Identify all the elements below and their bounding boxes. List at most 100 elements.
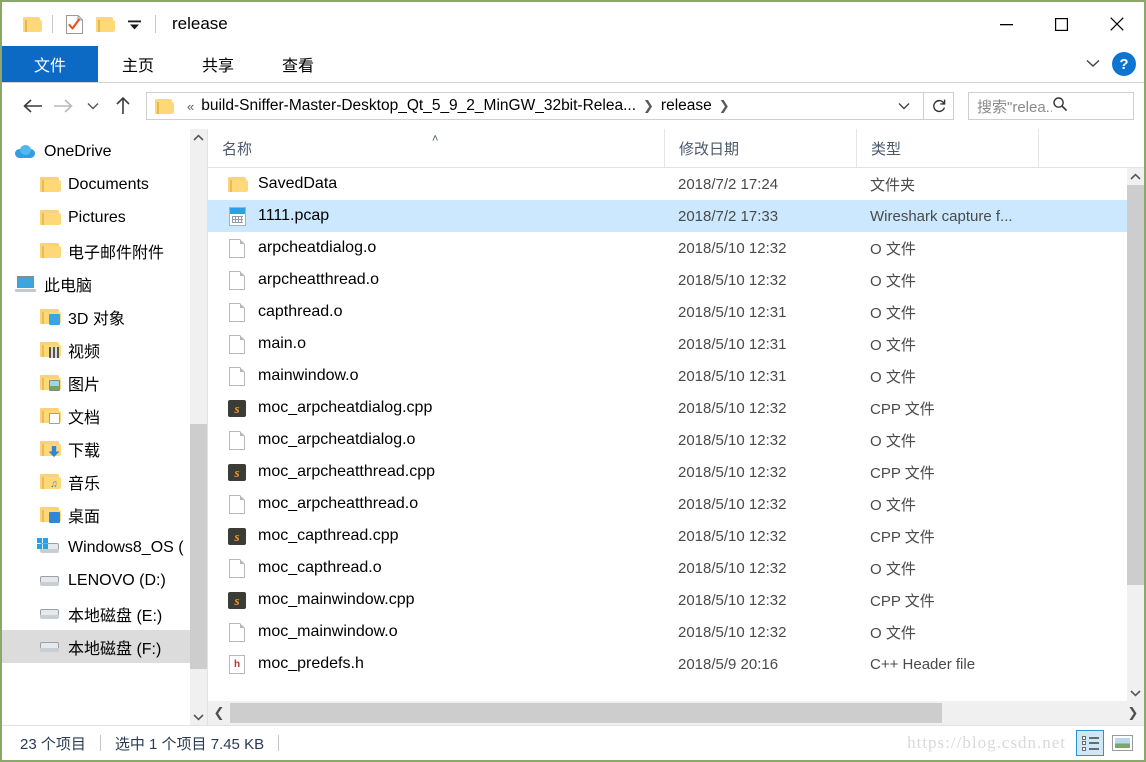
horizontal-scroll-thumb[interactable] xyxy=(230,703,942,723)
table-row[interactable]: s moc_arpcheatdialog.cpp 2018/5/10 12:32… xyxy=(208,392,1144,424)
table-row[interactable]: moc_arpcheatthread.o 2018/5/10 12:32 O 文… xyxy=(208,488,1144,520)
file-list-scrollbar[interactable] xyxy=(1127,168,1144,701)
address-bar: « build-Sniffer-Master-Desktop_Qt_5_9_2_… xyxy=(2,83,1144,129)
details-view-button[interactable] xyxy=(1076,730,1104,756)
table-row[interactable]: s moc_capthread.cpp 2018/5/10 12:32 CPP … xyxy=(208,520,1144,552)
column-header-date-modified[interactable]: 修改日期 xyxy=(664,129,856,167)
table-row[interactable]: arpcheatthread.o 2018/5/10 12:32 O 文件 xyxy=(208,264,1144,296)
sidebar-item-local-disk-f[interactable]: 本地磁盘 (F:) xyxy=(2,630,207,663)
sidebar-item-documents[interactable]: Documents xyxy=(2,168,207,201)
generic-file-icon xyxy=(226,333,248,355)
scroll-down-icon[interactable] xyxy=(190,708,207,725)
sidebar-item-downloads[interactable]: 下载 xyxy=(2,432,207,465)
file-date-cell: 2018/5/10 12:31 xyxy=(664,368,856,385)
scroll-right-icon[interactable]: ❯ xyxy=(1122,701,1144,725)
details-view-icon xyxy=(1082,736,1099,751)
drive-icon xyxy=(38,604,60,624)
sidebar-item-3d-objects[interactable]: 3D 对象 xyxy=(2,300,207,333)
table-row[interactable]: capthread.o 2018/5/10 12:31 O 文件 xyxy=(208,296,1144,328)
sidebar-item-onedrive[interactable]: OneDrive xyxy=(2,135,207,168)
scroll-left-icon[interactable]: ❮ xyxy=(208,701,230,725)
chevron-down-icon[interactable] xyxy=(1084,56,1102,73)
horizontal-scrollbar[interactable]: ❮ ❯ xyxy=(208,701,1144,725)
new-folder-icon[interactable] xyxy=(89,9,119,39)
maximize-button[interactable] xyxy=(1034,2,1089,46)
table-row[interactable]: s moc_arpcheatthread.cpp 2018/5/10 12:32… xyxy=(208,456,1144,488)
sidebar-item-this-pc[interactable]: 此电脑 xyxy=(2,267,207,300)
recent-locations-button[interactable] xyxy=(78,91,108,121)
table-row[interactable]: mainwindow.o 2018/5/10 12:31 O 文件 xyxy=(208,360,1144,392)
search-icon[interactable] xyxy=(1052,96,1127,116)
help-button[interactable]: ? xyxy=(1112,52,1136,76)
close-button[interactable] xyxy=(1089,2,1144,46)
column-header-type[interactable]: 类型 xyxy=(856,129,1038,167)
file-name: moc_mainwindow.o xyxy=(258,623,398,641)
sidebar-scrollbar[interactable] xyxy=(190,129,207,725)
sidebar-item-local-disk-e[interactable]: 本地磁盘 (E:) xyxy=(2,597,207,630)
table-row[interactable]: 1111.pcap 2018/7/2 17:33 Wireshark captu… xyxy=(208,200,1144,232)
table-row[interactable]: h moc_predefs.h 2018/5/9 20:16 C++ Heade… xyxy=(208,648,1144,680)
quick-access-toolbar: release xyxy=(2,9,228,39)
tab-home[interactable]: 主页 xyxy=(98,46,178,82)
table-row[interactable]: moc_arpcheatdialog.o 2018/5/10 12:32 O 文… xyxy=(208,424,1144,456)
sidebar-item-lenovo-d[interactable]: LENOVO (D:) xyxy=(2,564,207,597)
chevron-down-icon[interactable] xyxy=(889,99,919,114)
file-type-cell: CPP 文件 xyxy=(856,526,1038,547)
table-row[interactable]: arpcheatdialog.o 2018/5/10 12:32 O 文件 xyxy=(208,232,1144,264)
file-date-cell: 2018/5/10 12:32 xyxy=(664,272,856,289)
folder-icon xyxy=(38,208,60,228)
properties-icon[interactable] xyxy=(59,9,89,39)
generic-file-icon xyxy=(226,429,248,451)
column-header-size[interactable] xyxy=(1038,129,1144,167)
sidebar-item-pictures[interactable]: Pictures xyxy=(2,201,207,234)
up-button[interactable] xyxy=(108,91,138,121)
scroll-up-icon[interactable] xyxy=(190,129,207,146)
search-input[interactable]: 搜索"relea... xyxy=(968,92,1134,120)
sidebar-item-pictures-pc[interactable]: 图片 xyxy=(2,366,207,399)
refresh-button[interactable] xyxy=(924,92,954,120)
breadcrumb-item-0[interactable]: build-Sniffer-Master-Desktop_Qt_5_9_2_Mi… xyxy=(201,97,636,115)
sidebar-scroll-thumb[interactable] xyxy=(190,424,207,669)
breadcrumb-prefix: « xyxy=(187,99,194,114)
forward-button[interactable] xyxy=(48,91,78,121)
sidebar-item-email-attachments[interactable]: 电子邮件附件 xyxy=(2,234,207,267)
sidebar-item-windows8-os[interactable]: Windows8_OS ( xyxy=(2,531,207,564)
window-title: release xyxy=(172,14,228,34)
sidebar-item-label: 电子邮件附件 xyxy=(68,239,164,263)
scroll-up-icon[interactable] xyxy=(1127,168,1144,185)
file-name: moc_arpcheatthread.cpp xyxy=(258,463,435,481)
chevron-right-icon: ❯ xyxy=(719,98,730,114)
sidebar-item-music[interactable]: ♫ 音乐 xyxy=(2,465,207,498)
file-name: main.o xyxy=(258,335,306,353)
breadcrumb[interactable]: « build-Sniffer-Master-Desktop_Qt_5_9_2_… xyxy=(146,92,924,120)
table-row[interactable]: moc_capthread.o 2018/5/10 12:32 O 文件 xyxy=(208,552,1144,584)
column-header-name[interactable]: 名称 ˄ xyxy=(208,129,664,167)
folder-icon[interactable] xyxy=(16,9,46,39)
folder-icon xyxy=(38,241,60,261)
file-date-cell: 2018/5/9 20:16 xyxy=(664,656,856,673)
tab-view[interactable]: 查看 xyxy=(258,46,338,82)
file-name-cell: capthread.o xyxy=(208,301,664,323)
table-row[interactable]: s moc_mainwindow.cpp 2018/5/10 12:32 CPP… xyxy=(208,584,1144,616)
tab-share[interactable]: 共享 xyxy=(178,46,258,82)
file-date-cell: 2018/7/2 17:33 xyxy=(664,208,856,225)
folder-pictures-icon xyxy=(38,373,60,393)
scroll-down-icon[interactable] xyxy=(1127,684,1144,701)
back-button[interactable] xyxy=(18,91,48,121)
minimize-button[interactable] xyxy=(979,2,1034,46)
file-type-cell: O 文件 xyxy=(856,558,1038,579)
sidebar-item-videos[interactable]: 视频 xyxy=(2,333,207,366)
sidebar-item-desktop[interactable]: 桌面 xyxy=(2,498,207,531)
customize-dropdown-icon[interactable] xyxy=(119,9,149,39)
table-row[interactable]: SavedData 2018/7/2 17:24 文件夹 xyxy=(208,168,1144,200)
sublime-file-icon: s xyxy=(226,461,248,483)
large-icons-view-button[interactable] xyxy=(1108,730,1136,756)
table-row[interactable]: moc_mainwindow.o 2018/5/10 12:32 O 文件 xyxy=(208,616,1144,648)
tab-file[interactable]: 文件 xyxy=(2,46,98,82)
file-list-scroll-thumb[interactable] xyxy=(1127,185,1144,585)
sidebar-item-documents-pc[interactable]: 文档 xyxy=(2,399,207,432)
file-type-cell: Wireshark capture f... xyxy=(856,208,1038,225)
table-row[interactable]: main.o 2018/5/10 12:31 O 文件 xyxy=(208,328,1144,360)
breadcrumb-item-1[interactable]: release xyxy=(661,97,712,115)
file-type-cell: O 文件 xyxy=(856,494,1038,515)
